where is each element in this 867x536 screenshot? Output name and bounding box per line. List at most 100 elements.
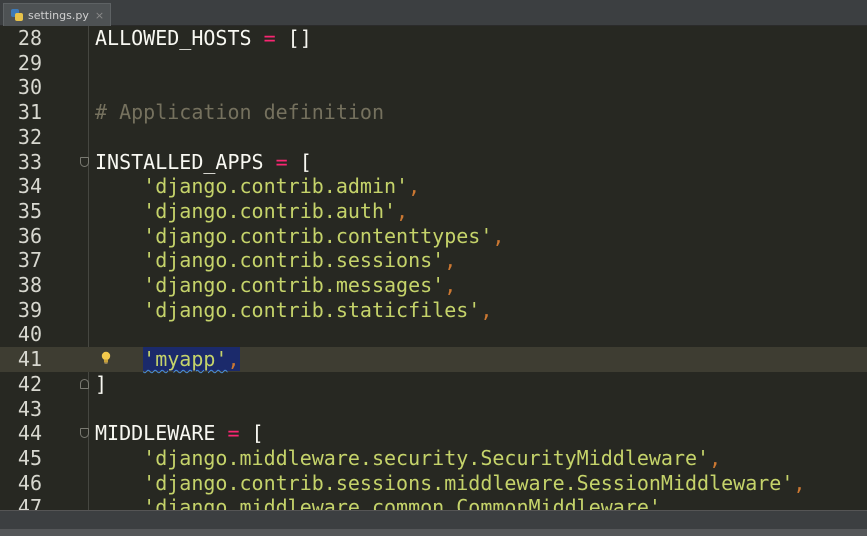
code-text: 'django.middleware.common.CommonMiddlewa… bbox=[95, 495, 673, 510]
line-number: 31 bbox=[17, 100, 42, 125]
editor-bottom-bar bbox=[0, 510, 867, 536]
line-number: 46 bbox=[17, 470, 42, 495]
code-text: # Application definition bbox=[95, 100, 384, 125]
code-token: , bbox=[660, 495, 673, 510]
line-number: 30 bbox=[17, 75, 42, 100]
python-file-icon bbox=[10, 8, 24, 22]
line-number: 34 bbox=[17, 174, 42, 199]
code-token: 'django.contrib.messages' bbox=[143, 273, 445, 297]
code-text: MIDDLEWARE = [ bbox=[95, 421, 264, 446]
code-text: 'django.contrib.staticfiles', bbox=[95, 298, 492, 323]
fold-toggle-icon[interactable] bbox=[80, 156, 89, 167]
code-token: [ bbox=[287, 149, 312, 174]
close-tab-icon[interactable]: × bbox=[95, 9, 104, 22]
code-token: ] bbox=[95, 371, 108, 396]
code-token: # Application definition bbox=[95, 100, 384, 125]
code-token: , bbox=[480, 297, 493, 322]
line-number: 33 bbox=[17, 149, 42, 174]
code-token: [] bbox=[275, 26, 312, 50]
line-number: 44 bbox=[17, 421, 42, 446]
code-line[interactable]: 42] bbox=[0, 372, 867, 397]
line-number: 32 bbox=[17, 124, 42, 149]
code-token: 'django.middleware.security.SecurityMidd… bbox=[143, 445, 710, 470]
code-line[interactable]: 43 bbox=[0, 397, 867, 422]
line-number: 41 bbox=[17, 347, 42, 372]
code-line[interactable]: 30 bbox=[0, 75, 867, 100]
line-number: 35 bbox=[17, 198, 42, 223]
line-number: 36 bbox=[17, 223, 42, 248]
horizontal-scrollbar[interactable] bbox=[0, 529, 867, 536]
code-line[interactable]: 31 # Application definition bbox=[0, 100, 867, 125]
code-token: = bbox=[275, 149, 288, 174]
line-number: 47 bbox=[17, 495, 42, 510]
code-token: , bbox=[227, 347, 240, 372]
line-number: 42 bbox=[17, 371, 42, 396]
line-number: 45 bbox=[17, 445, 42, 470]
code-line[interactable]: 33 INSTALLED_APPS = [ bbox=[0, 150, 867, 175]
fold-toggle-icon[interactable] bbox=[80, 428, 89, 439]
code-token: , bbox=[793, 470, 806, 495]
code-text: 'django.middleware.security.SecurityMidd… bbox=[95, 446, 721, 471]
line-number: 40 bbox=[17, 322, 42, 347]
code-line[interactable]: 37 'django.contrib.sessions', bbox=[0, 248, 867, 273]
code-token: ALLOWED_HOSTS bbox=[95, 26, 264, 50]
editor-tab-bar: settings.py × bbox=[0, 0, 867, 26]
code-token: 'django.contrib.staticfiles' bbox=[143, 297, 481, 322]
code-line[interactable]: 35 'django.contrib.auth', bbox=[0, 199, 867, 224]
code-line[interactable]: 44 MIDDLEWARE = [ bbox=[0, 421, 867, 446]
code-token: 'django.contrib.sessions' bbox=[143, 248, 445, 273]
code-line[interactable]: 36 'django.contrib.contenttypes', bbox=[0, 224, 867, 249]
code-line[interactable]: 38 'django.contrib.messages', bbox=[0, 273, 867, 298]
line-number: 39 bbox=[17, 297, 42, 322]
code-token: 'myapp' bbox=[143, 347, 228, 372]
code-editor[interactable]: 28 ALLOWED_HOSTS = [] 29 30 31 # Application … bbox=[0, 26, 867, 510]
code-text: 'django.contrib.sessions.middleware.Sess… bbox=[95, 471, 805, 496]
code-text: ALLOWED_HOSTS = [] bbox=[95, 26, 312, 51]
tab-label: settings.py bbox=[28, 8, 89, 22]
code-token: = bbox=[227, 421, 240, 446]
code-text: 'django.contrib.messages', bbox=[95, 273, 456, 298]
code-line[interactable]: 32 bbox=[0, 125, 867, 150]
code-line[interactable]: 46 'django.contrib.sessions.middleware.S… bbox=[0, 471, 867, 496]
code-line[interactable]: 47 'django.middleware.common.CommonMiddl… bbox=[0, 495, 867, 510]
ide-window: settings.py × 28 ALLOWED_HOSTS = [] 29 30 31… bbox=[0, 0, 867, 536]
line-number: 38 bbox=[17, 273, 42, 297]
code-token: = bbox=[263, 26, 276, 50]
tab-settings-py[interactable]: settings.py × bbox=[3, 3, 112, 26]
code-token: , bbox=[444, 248, 457, 273]
code-token: INSTALLED_APPS bbox=[95, 149, 276, 174]
code-line[interactable]: 40 bbox=[0, 322, 867, 347]
code-line[interactable]: 41 'myapp', bbox=[0, 347, 867, 372]
code-line[interactable]: 39 'django.contrib.staticfiles', bbox=[0, 298, 867, 323]
code-token: 'django.contrib.sessions.middleware.Sess… bbox=[143, 470, 794, 495]
code-text: 'django.contrib.contenttypes', bbox=[95, 224, 504, 249]
code-token: MIDDLEWARE bbox=[95, 421, 228, 446]
code-token: 'django.contrib.contenttypes' bbox=[143, 223, 493, 248]
code-line[interactable]: 34 'django.contrib.admin', bbox=[0, 174, 867, 199]
code-token: 'django.middleware.common.CommonMiddlewa… bbox=[143, 495, 661, 510]
code-token: , bbox=[396, 198, 409, 223]
code-text: 'django.contrib.auth', bbox=[95, 199, 408, 224]
line-number: 37 bbox=[17, 248, 42, 273]
code-token: , bbox=[492, 223, 505, 248]
fold-end-icon[interactable] bbox=[80, 378, 89, 389]
code-line[interactable]: 28 ALLOWED_HOSTS = [] bbox=[0, 26, 867, 51]
code-token: [ bbox=[239, 421, 264, 446]
code-line[interactable]: 45 'django.middleware.security.SecurityM… bbox=[0, 446, 867, 471]
code-text: 'myapp', bbox=[95, 347, 240, 372]
line-number: 29 bbox=[17, 50, 42, 75]
code-token: , bbox=[408, 174, 421, 199]
line-number: 43 bbox=[17, 396, 42, 421]
code-line[interactable]: 29 bbox=[0, 51, 867, 76]
code-text: 'django.contrib.admin', bbox=[95, 174, 420, 199]
